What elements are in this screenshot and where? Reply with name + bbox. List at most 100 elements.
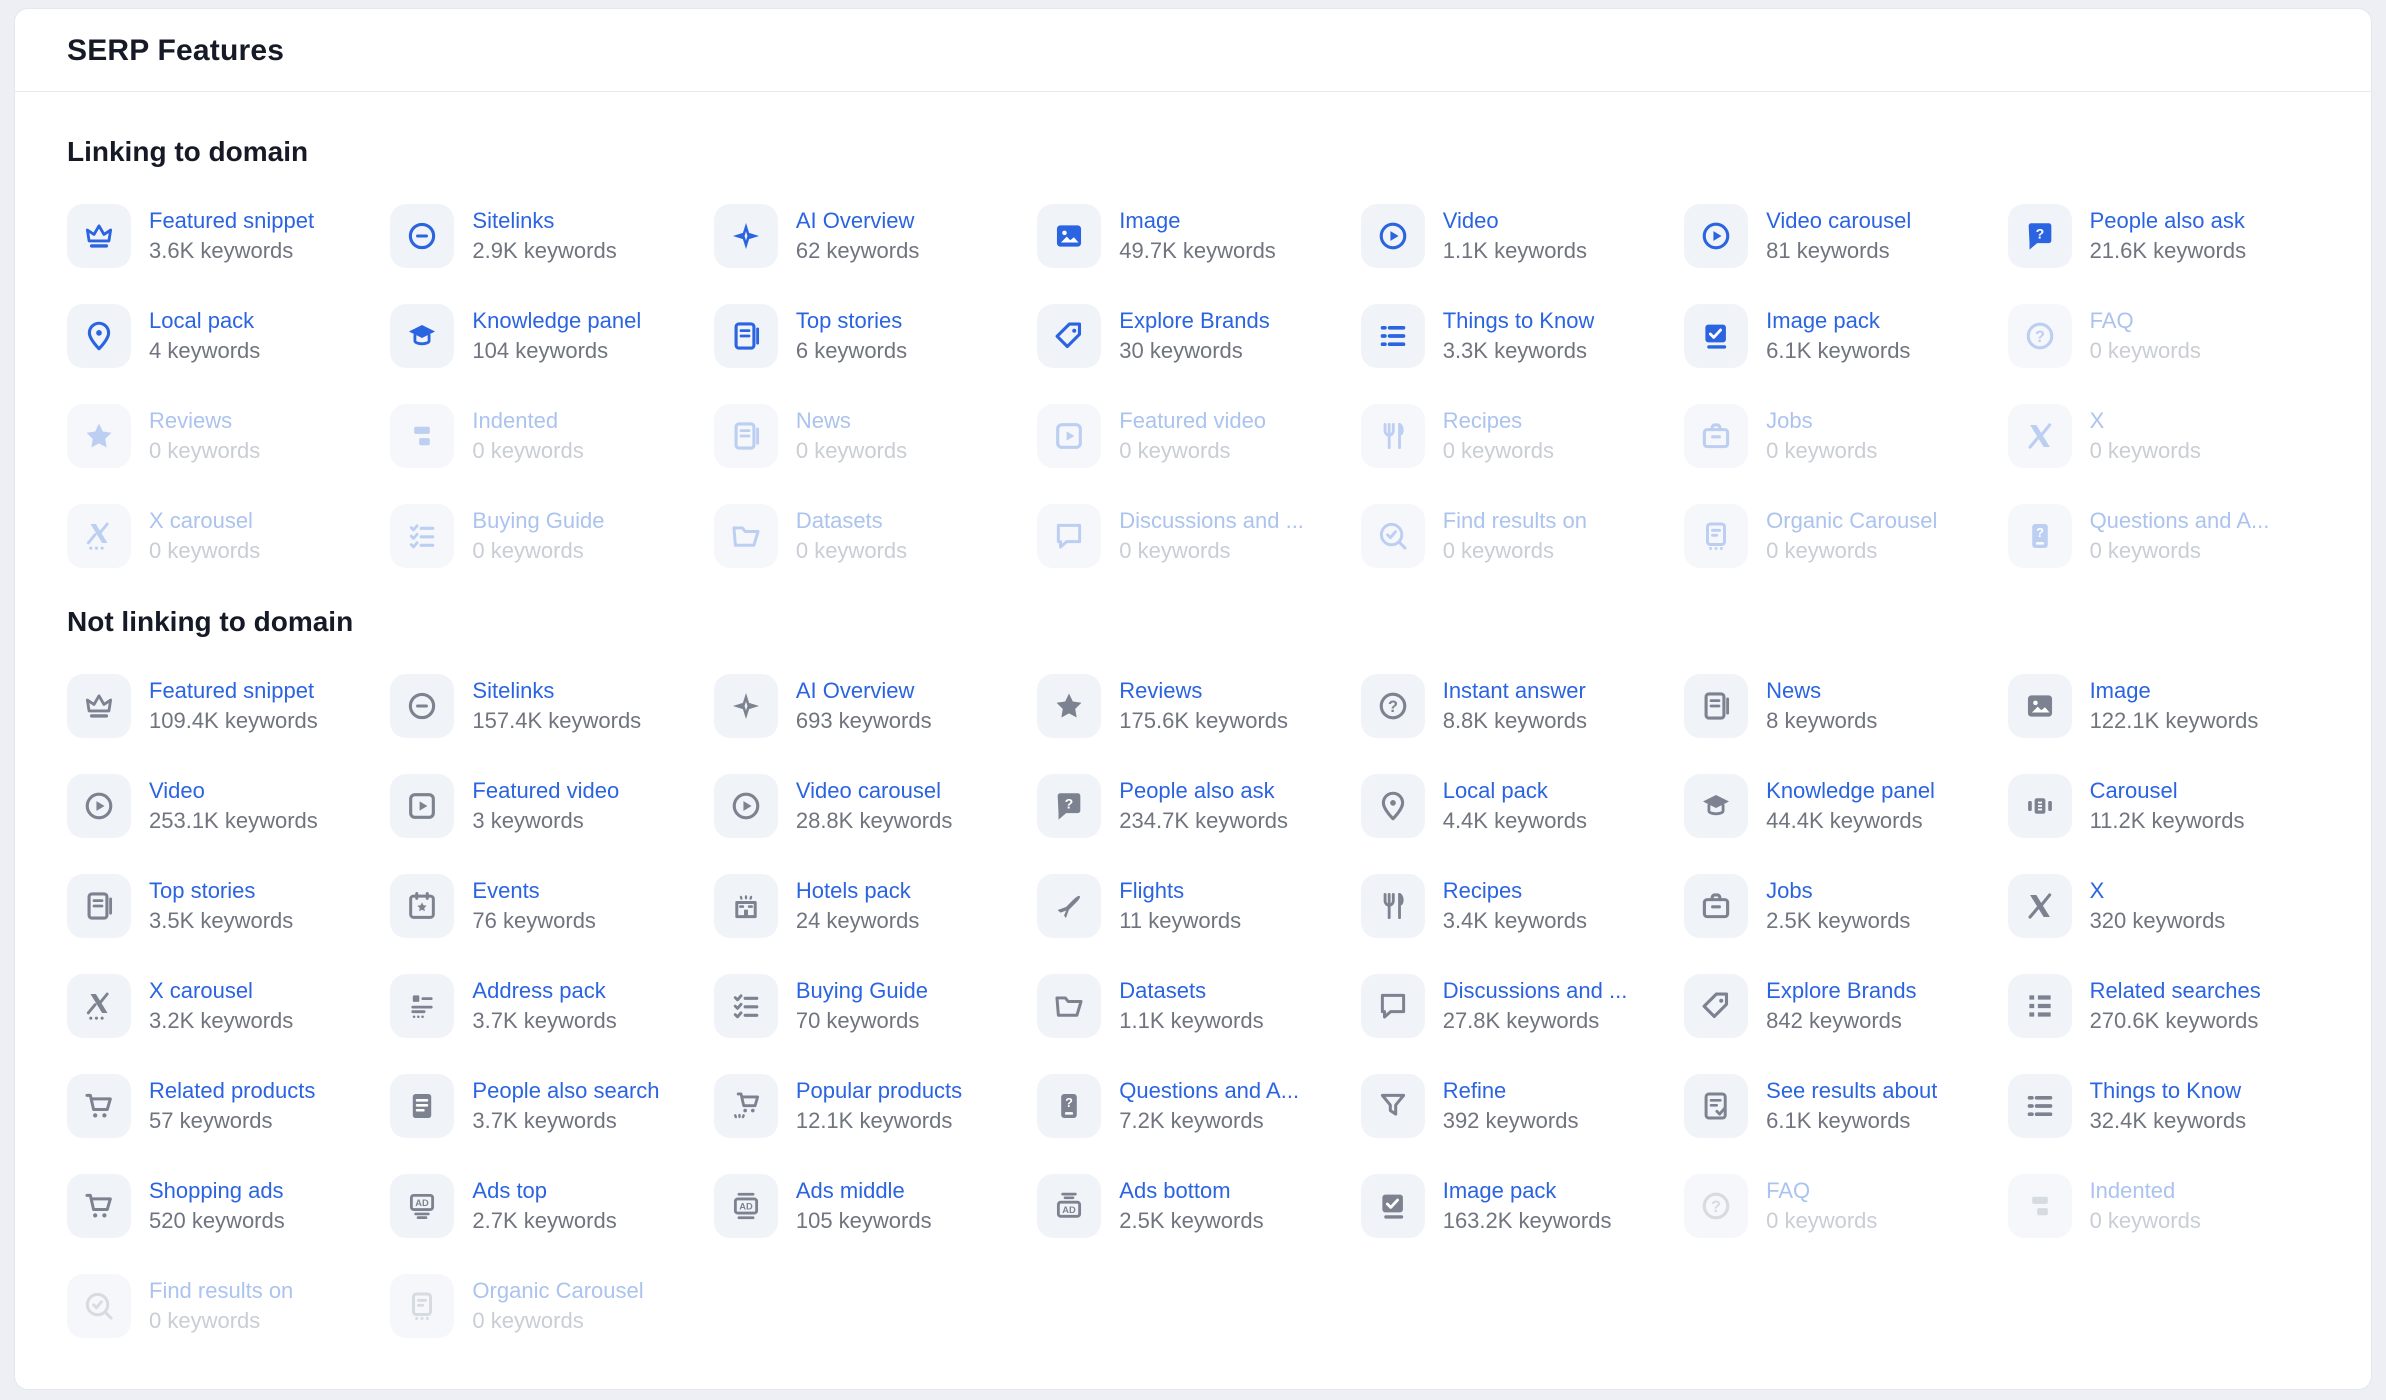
feature-link[interactable]: Knowledge panel: [472, 306, 641, 336]
serp-feature-item: ? People also ask 21.6K keywords: [2007, 204, 2319, 268]
serp-feature-item: News 0 keywords: [713, 404, 1025, 468]
feature-link[interactable]: Discussions and ...: [1443, 976, 1628, 1006]
feature-link[interactable]: Refine: [1443, 1076, 1579, 1106]
feature-link[interactable]: Things to Know: [2090, 1076, 2247, 1106]
image-stack-icon: [1684, 304, 1749, 368]
feature-keyword-count: 6 keywords: [795, 338, 908, 363]
serp-feature-item: ? Questions and A... 7.2K keywords: [1037, 1074, 1348, 1138]
feature-link[interactable]: Explore Brands: [1766, 976, 1916, 1006]
feature-link[interactable]: Popular products: [796, 1076, 962, 1106]
feature-keyword-count: 4.4K keywords: [1442, 808, 1587, 833]
feature-keyword-count: 3.7K keywords: [472, 1008, 617, 1033]
serp-feature-item: Refine 392 keywords: [1360, 1074, 1672, 1138]
feature-link[interactable]: Related searches: [2090, 976, 2261, 1006]
feature-link[interactable]: Video carousel: [1766, 206, 1911, 236]
serp-feature-item: Hotels pack 24 keywords: [713, 874, 1025, 938]
feature-keyword-count: 8 keywords: [1766, 708, 1878, 733]
plane-icon: [1037, 874, 1102, 938]
feature-keyword-count: 76 keywords: [472, 908, 596, 933]
feature-keyword-count: 0 keywords: [149, 438, 261, 463]
feature-link[interactable]: Image pack: [1766, 306, 1910, 336]
card-body: Linking to domain Featured snippet 3.6K ke…: [15, 92, 2371, 1338]
svg-text:?: ?: [2035, 328, 2045, 346]
feature-link[interactable]: Explore Brands: [1119, 306, 1269, 336]
feature-link[interactable]: Video: [1443, 206, 1587, 236]
feature-link[interactable]: Shopping ads: [149, 1176, 285, 1206]
feature-keyword-count: 105 keywords: [795, 1208, 932, 1233]
feature-link[interactable]: Local pack: [149, 306, 260, 336]
feature-link[interactable]: Featured snippet: [149, 676, 318, 706]
serp-feature-item: Image 122.1K keywords: [2007, 674, 2319, 738]
feature-link[interactable]: People also ask: [1119, 776, 1288, 806]
feature-link[interactable]: Address pack: [472, 976, 616, 1006]
play-circle-icon: [1684, 204, 1749, 268]
feature-link[interactable]: Questions and A...: [1119, 1076, 1299, 1106]
serp-feature-item: Popular products 12.1K keywords: [713, 1074, 1025, 1138]
svg-text:?: ?: [1065, 1095, 1073, 1110]
feature-keyword-count: 0 keywords: [2089, 338, 2201, 363]
feature-link[interactable]: People also ask: [2090, 206, 2247, 236]
feature-link[interactable]: Sitelinks: [472, 206, 616, 236]
feature-link[interactable]: Top stories: [149, 876, 293, 906]
feature-link[interactable]: X: [2090, 876, 2226, 906]
feature-keyword-count: 21.6K keywords: [2089, 238, 2247, 263]
feature-link[interactable]: Featured snippet: [149, 206, 314, 236]
feature-link[interactable]: Buying Guide: [796, 976, 928, 1006]
feature-link[interactable]: See results about: [1766, 1076, 1937, 1106]
feature-link[interactable]: Related products: [149, 1076, 315, 1106]
calendar-icon: [390, 874, 455, 938]
serp-feature-item: Jobs 0 keywords: [1684, 404, 1995, 468]
feature-link[interactable]: Recipes: [1443, 876, 1587, 906]
feature-link[interactable]: Jobs: [1766, 876, 1910, 906]
feature-link[interactable]: Image: [1119, 206, 1276, 236]
feature-link[interactable]: Carousel: [2090, 776, 2245, 806]
sparkle-icon: [713, 674, 778, 738]
feature-link[interactable]: Things to Know: [1443, 306, 1595, 336]
serp-feature-item: Top stories 3.5K keywords: [67, 874, 378, 938]
feature-link[interactable]: Ads bottom: [1119, 1176, 1263, 1206]
feature-link[interactable]: Ads middle: [796, 1176, 932, 1206]
feature-keyword-count: 2.9K keywords: [472, 238, 617, 263]
serp-feature-item: Image pack 6.1K keywords: [1684, 304, 1995, 368]
graduation-cap-icon: [390, 304, 455, 368]
feature-keyword-count: 6.1K keywords: [1766, 1108, 1911, 1133]
feature-link[interactable]: Featured video: [472, 776, 619, 806]
feature-link[interactable]: Local pack: [1443, 776, 1587, 806]
feature-keyword-count: 49.7K keywords: [1119, 238, 1276, 263]
feature-keyword-count: 0 keywords: [1442, 438, 1554, 463]
serp-feature-item: Find results on 0 keywords: [1360, 504, 1672, 568]
search-check-icon: [67, 1274, 131, 1338]
feature-link[interactable]: AI Overview: [796, 676, 932, 706]
feature-link[interactable]: Image: [2090, 676, 2259, 706]
feature-link[interactable]: Video carousel: [796, 776, 953, 806]
feature-link[interactable]: Flights: [1119, 876, 1241, 906]
feature-link[interactable]: News: [1766, 676, 1877, 706]
image-stack-icon: [1360, 1174, 1425, 1238]
serp-feature-item: Indented 0 keywords: [2007, 1174, 2319, 1238]
serp-feature-item: Featured video 0 keywords: [1037, 404, 1348, 468]
feature-link[interactable]: Ads top: [472, 1176, 616, 1206]
feature-link[interactable]: X carousel: [149, 976, 293, 1006]
tag-icon: [1037, 304, 1102, 368]
feature-link[interactable]: Events: [472, 876, 596, 906]
feature-keyword-count: 163.2K keywords: [1442, 1208, 1612, 1233]
serp-feature-item: Video 1.1K keywords: [1360, 204, 1672, 268]
feature-link[interactable]: Datasets: [1119, 976, 1263, 1006]
feature-link[interactable]: AI Overview: [796, 206, 920, 236]
feature-link[interactable]: People also search: [472, 1076, 659, 1106]
feature-link[interactable]: Hotels pack: [796, 876, 920, 906]
feature-link[interactable]: Top stories: [796, 306, 907, 336]
feature-keyword-count: 122.1K keywords: [2089, 708, 2259, 733]
feature-link[interactable]: Reviews: [1119, 676, 1288, 706]
serp-feature-item: X carousel 0 keywords: [67, 504, 378, 568]
feature-link[interactable]: Instant answer: [1443, 676, 1587, 706]
serp-feature-item: Local pack 4 keywords: [67, 304, 378, 368]
feature-link[interactable]: Video: [149, 776, 318, 806]
feature-keyword-count: 0 keywords: [149, 1308, 261, 1333]
x-carousel-icon: [67, 504, 131, 568]
feature-link: Organic Carousel: [1766, 508, 1938, 533]
feature-link[interactable]: Sitelinks: [472, 676, 641, 706]
feature-link[interactable]: Knowledge panel: [1766, 776, 1935, 806]
feature-link[interactable]: Image pack: [1443, 1176, 1612, 1206]
serp-feature-item: Featured snippet 3.6K keywords: [67, 204, 378, 268]
